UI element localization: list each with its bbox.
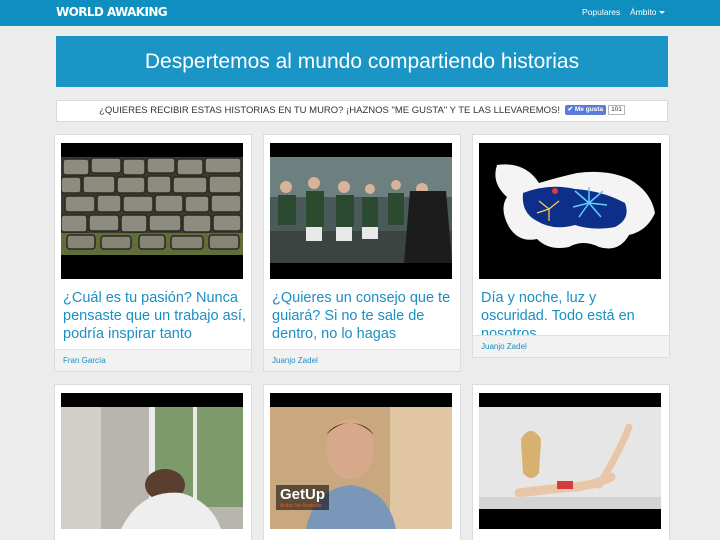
chevron-down-icon bbox=[659, 11, 666, 15]
brand-logo[interactable]: WORLD AWAKING bbox=[56, 5, 168, 19]
fireworks-map-image[interactable] bbox=[479, 143, 661, 279]
story-card[interactable]: Día y noche, luz y oscuridad. Todo está … bbox=[472, 134, 670, 358]
nav-populares-link[interactable]: Populares bbox=[582, 7, 620, 17]
getup-logo: GetUp Action for Australia bbox=[276, 485, 329, 510]
woman-posing-image[interactable] bbox=[479, 393, 661, 529]
story-card[interactable]: GetUp Action for Australia bbox=[263, 384, 461, 540]
story-author[interactable]: Juanjo Zadel bbox=[481, 342, 527, 351]
story-card[interactable]: ¿Cuál es tu pasión? Nunca pensaste que u… bbox=[54, 134, 252, 372]
hero-title: Despertemos al mundo compartiendo histor… bbox=[144, 50, 580, 73]
woman-window-image[interactable] bbox=[61, 393, 243, 529]
story-author[interactable]: Juanjo Zadel bbox=[272, 356, 318, 365]
hero-banner: Despertemos al mundo compartiendo histor… bbox=[56, 36, 668, 87]
story-title[interactable]: ¿Quieres un consejo que te guiará? Si no… bbox=[272, 289, 456, 343]
like-count-badge: 101 bbox=[608, 105, 625, 116]
rugby-team-image[interactable] bbox=[270, 143, 452, 279]
story-author[interactable]: Fran García bbox=[63, 356, 106, 365]
card-footer: Juanjo Zadel bbox=[264, 349, 460, 371]
getup-logo-text: GetUp bbox=[280, 486, 325, 503]
nav-ambito-label: Ámbito bbox=[630, 7, 657, 17]
facebook-like-button[interactable]: ✔ Me gusta bbox=[564, 105, 607, 116]
top-navbar: WORLD AWAKING Populares Ámbito bbox=[0, 0, 720, 26]
card-footer: Fran García bbox=[55, 349, 251, 371]
man-portrait-image[interactable]: GetUp Action for Australia bbox=[270, 393, 452, 529]
story-card[interactable]: ¿Quieres un consejo que te guiará? Si no… bbox=[263, 134, 461, 372]
story-card[interactable] bbox=[472, 384, 670, 540]
card-footer: Juanjo Zadel bbox=[473, 335, 669, 357]
facebook-promo-bar: ¿QUIERES RECIBIR ESTAS HISTORIAS EN TU M… bbox=[56, 100, 668, 122]
story-card[interactable] bbox=[54, 384, 252, 540]
getup-logo-subtitle: Action for Australia bbox=[280, 503, 322, 509]
like-button-label: Me gusta bbox=[574, 106, 604, 114]
promo-text: ¿QUIERES RECIBIR ESTAS HISTORIAS EN TU M… bbox=[99, 105, 560, 116]
nav-ambito-dropdown[interactable]: Ámbito bbox=[630, 7, 666, 17]
story-title[interactable]: ¿Cuál es tu pasión? Nunca pensaste que u… bbox=[63, 289, 247, 343]
stone-wall-image[interactable] bbox=[61, 143, 243, 279]
